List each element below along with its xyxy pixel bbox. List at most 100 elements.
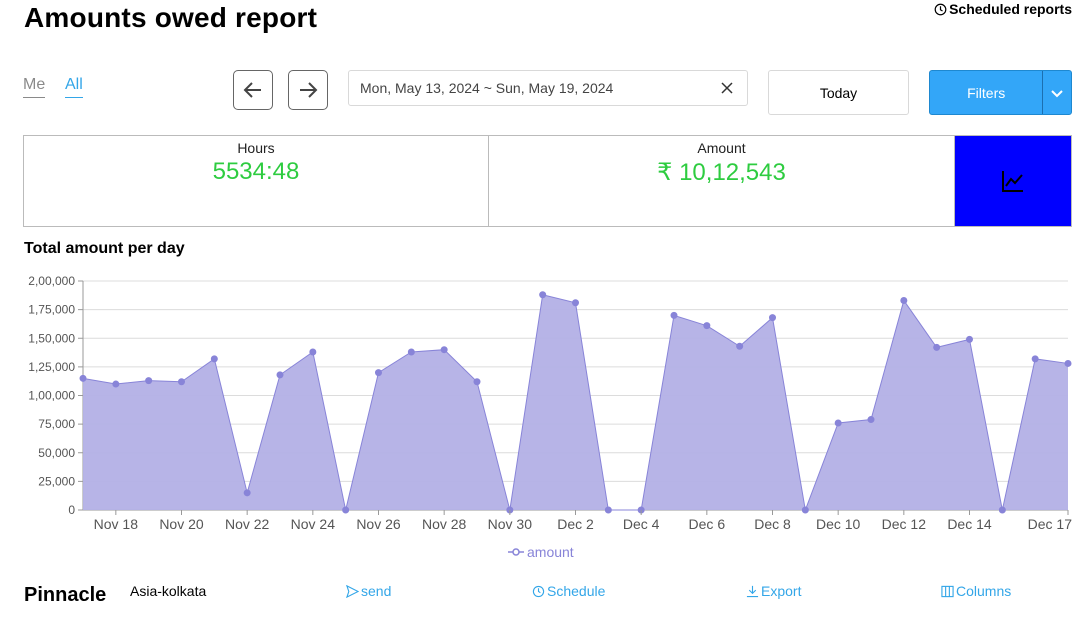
page-title: Amounts owed report (24, 2, 318, 33)
next-week-button[interactable] (288, 70, 328, 110)
download-icon (746, 585, 759, 597)
previous-week-button[interactable] (233, 70, 273, 110)
data-point (276, 371, 284, 379)
y-tick-label: 0 (68, 503, 75, 517)
arrow-left-icon (243, 82, 261, 98)
data-point (1064, 359, 1072, 367)
data-point (703, 322, 711, 330)
schedule-label: Schedule (547, 583, 606, 599)
chart-title: Total amount per day (24, 240, 185, 257)
x-tick-label: Dec 17 (1028, 516, 1073, 532)
x-tick-label: Nov 18 (94, 516, 139, 532)
data-point (210, 355, 218, 363)
amount-area-chart: 0 25,000 50,000 75,000 1,00,000 1,25,000 1,50,… (28, 274, 1073, 532)
line-chart-icon (1002, 171, 1023, 192)
y-tick-label: 1,75,000 (28, 303, 75, 317)
x-tick-label: Dec 14 (947, 516, 992, 532)
arrow-right-icon (300, 82, 318, 98)
hours-label: Hours (237, 140, 275, 156)
data-point (933, 343, 941, 351)
columns-button[interactable]: Columns (941, 583, 1011, 599)
data-point (736, 342, 744, 350)
data-point (900, 296, 908, 304)
data-point (539, 291, 547, 299)
data-point (309, 348, 317, 356)
x-tick-label: Nov 30 (488, 516, 533, 532)
clock-icon (934, 3, 947, 15)
amount-value: ₹ 10,12,543 (657, 159, 786, 186)
data-point (867, 416, 875, 424)
y-tick-label: 25,000 (38, 474, 75, 488)
y-tick-label: 2,00,000 (28, 274, 75, 288)
tab-all[interactable]: All (65, 76, 83, 98)
hours-value: 5534:48 (212, 158, 300, 185)
export-label: Export (761, 583, 802, 599)
data-point (375, 369, 382, 377)
x-tick-label: Dec 12 (882, 516, 927, 532)
data-point (112, 380, 120, 388)
x-tick-label: Nov 22 (225, 516, 270, 532)
send-icon (346, 584, 359, 598)
chart-toggle-button[interactable] (955, 136, 1071, 226)
data-point (440, 346, 448, 354)
date-range-value: Mon, May 13, 2024 ~ Sun, May 19, 2024 (360, 80, 614, 96)
tab-me[interactable]: Me (23, 76, 46, 98)
data-point (473, 378, 481, 386)
y-tick-label: 1,00,000 (28, 389, 75, 403)
data-point (342, 506, 350, 514)
x-tick-label: Dec 8 (754, 516, 791, 532)
scheduled-reports-label: Scheduled reports (949, 1, 1072, 17)
data-point (407, 348, 415, 356)
x-tick-label: Dec 6 (689, 516, 726, 532)
x-tick-label: Dec 10 (816, 516, 861, 532)
filters-button-group: Filters (929, 70, 1072, 115)
x-tick-label: Dec 2 (557, 516, 594, 532)
data-point (998, 506, 1006, 514)
x-tick-label: Nov 26 (356, 516, 401, 532)
summary-stats: Hours 5534:48 Amount ₹ 10,12,543 (23, 135, 1072, 227)
y-tick-label: 1,50,000 (28, 331, 75, 345)
schedule-button[interactable]: Schedule (532, 583, 605, 599)
x-tick-label: Nov 28 (422, 516, 467, 532)
y-tick-label: 50,000 (38, 446, 75, 460)
legend-label: amount (527, 544, 574, 560)
data-point (966, 335, 973, 343)
close-icon[interactable] (719, 80, 735, 96)
data-point (670, 311, 678, 319)
data-point (769, 314, 776, 322)
x-tick-label: Dec 4 (623, 516, 660, 532)
send-label: send (361, 583, 392, 599)
amount-label: Amount (697, 140, 746, 156)
timezone-label: Asia-kolkata (130, 583, 207, 599)
x-tick-label: Nov 24 (291, 516, 336, 532)
hours-stat: Hours 5534:48 (24, 136, 489, 226)
series-area-amount (83, 294, 1068, 510)
columns-icon (941, 585, 954, 597)
data-point (604, 506, 612, 514)
amount-stat: Amount ₹ 10,12,543 (489, 136, 955, 226)
data-point (572, 299, 579, 307)
date-range-picker[interactable]: Mon, May 13, 2024 ~ Sun, May 19, 2024 (348, 70, 748, 106)
scheduled-reports-link[interactable]: Scheduled reports (934, 1, 1072, 17)
legend-item-amount[interactable]: amount (508, 544, 574, 560)
data-point (145, 377, 153, 385)
data-point (801, 506, 809, 514)
data-point (243, 489, 251, 497)
send-button[interactable]: send (346, 583, 391, 599)
legend-line-icon (508, 548, 524, 556)
data-point (178, 378, 185, 386)
x-tick-label: Nov 20 (159, 516, 204, 532)
chevron-down-icon (1051, 89, 1063, 97)
y-tick-label: 75,000 (38, 417, 75, 431)
report-section-title: Pinnacle (24, 584, 107, 606)
data-point (79, 374, 87, 382)
clock-icon (532, 585, 545, 597)
y-tick-label: 1,25,000 (28, 360, 75, 374)
filters-button[interactable]: Filters (930, 71, 1042, 114)
columns-label: Columns (956, 583, 1012, 599)
filters-dropdown-toggle[interactable] (1042, 71, 1071, 114)
data-point (1031, 355, 1039, 363)
today-button[interactable]: Today (768, 70, 909, 115)
export-button[interactable]: Export (746, 583, 801, 599)
data-point (834, 419, 842, 427)
